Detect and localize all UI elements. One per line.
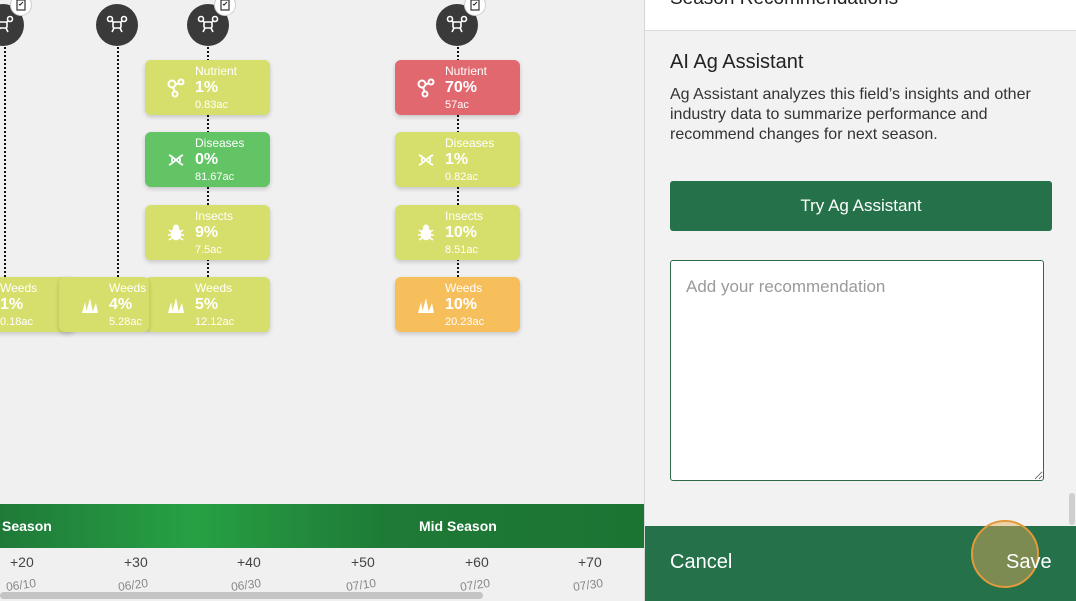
recommendations-panel: Season Recommendations AI Ag Assistant A… — [644, 0, 1076, 601]
card-percent: 10% — [445, 296, 478, 313]
mid-season-label: Mid Season — [419, 518, 497, 534]
report-icon[interactable] — [214, 0, 236, 16]
card-acres: 0.83ac — [195, 99, 229, 111]
card-percent: 10% — [445, 224, 478, 241]
day-tick: +50 — [351, 554, 375, 570]
insight-card-nutrient[interactable]: Nutrient 70% 57ac — [395, 60, 520, 115]
horizontal-scrollbar[interactable] — [0, 592, 483, 599]
weed-icon — [82, 298, 98, 313]
drone-icon — [0, 15, 14, 33]
card-acres: 8.51ac — [445, 244, 479, 256]
recommendation-input[interactable] — [670, 260, 1044, 481]
card-acres: 20.23ac — [445, 316, 485, 328]
drone-icon — [197, 15, 219, 33]
panel-header: Season Recommendations — [645, 0, 1076, 31]
card-label: Weeds — [195, 281, 233, 295]
bug-icon — [418, 224, 434, 241]
ai-assistant-title: AI Ag Assistant — [670, 51, 804, 73]
insight-card-weeds[interactable]: Weeds 5% 12.12ac — [145, 277, 270, 332]
season-label: Season — [2, 518, 52, 534]
insight-card-nutrient[interactable]: Nutrient 1% 0.83ac — [145, 60, 270, 115]
weed-icon — [168, 298, 184, 313]
card-acres: 57ac — [445, 99, 469, 111]
season-band: Season Mid Season — [0, 504, 644, 548]
timeline-connector — [117, 40, 119, 280]
insight-card-weeds[interactable]: Weeds 10% 20.23ac — [395, 277, 520, 332]
card-label: Weeds — [0, 281, 38, 295]
vertical-scrollbar[interactable] — [1069, 493, 1075, 525]
card-acres: 0.82ac — [445, 171, 479, 183]
day-tick: +20 — [10, 554, 34, 570]
report-icon[interactable] — [10, 0, 32, 16]
drone-icon — [106, 15, 128, 33]
card-label: Weeds — [445, 281, 483, 295]
card-label: Diseases — [445, 136, 495, 150]
weed-icon — [418, 298, 434, 313]
timeline-area[interactable]: Nutrient 1% 0.83ac Diseases 0% 81.67ac I… — [0, 0, 644, 601]
card-percent: 70% — [445, 79, 478, 96]
drone-icon — [446, 15, 468, 33]
ai-assistant-description: Ag Assistant analyzes this field’s insig… — [670, 86, 1031, 143]
bug-icon — [168, 224, 184, 241]
card-percent: 5% — [195, 296, 219, 313]
date-tick: 07/30 — [572, 575, 604, 595]
insight-card-insects[interactable]: Insects 9% 7.5ac — [145, 205, 270, 260]
insight-card-diseases[interactable]: Diseases 1% 0.82ac — [395, 132, 520, 187]
try-ag-assistant-button[interactable]: Try Ag Assistant — [670, 181, 1052, 231]
report-icon[interactable] — [464, 0, 486, 16]
card-acres: 7.5ac — [195, 244, 222, 256]
nutrient-icon — [167, 78, 185, 98]
day-tick: +30 — [124, 554, 148, 570]
app-window: Nutrient 1% 0.83ac Diseases 0% 81.67ac I… — [0, 0, 1076, 601]
insight-card-insects[interactable]: Insects 10% 8.51ac — [395, 205, 520, 260]
card-label: Insects — [195, 209, 234, 223]
card-acres: 0.18ac — [0, 316, 34, 328]
insight-card-diseases[interactable]: Diseases 0% 81.67ac — [145, 132, 270, 187]
card-label: Nutrient — [445, 64, 488, 78]
nutrient-icon — [417, 78, 435, 98]
day-tick: +70 — [578, 554, 602, 570]
card-percent: 0% — [195, 151, 219, 168]
card-acres: 5.28ac — [109, 316, 143, 328]
card-acres: 81.67ac — [195, 171, 235, 183]
card-acres: 12.12ac — [195, 316, 235, 328]
dna-icon — [168, 154, 184, 166]
card-label: Insects — [445, 209, 484, 223]
insight-card-weeds[interactable]: Weeds 4% 5.28ac — [59, 277, 149, 332]
card-percent: 4% — [109, 296, 133, 313]
save-button[interactable]: Save — [1006, 551, 1052, 574]
card-percent: 1% — [0, 296, 24, 313]
day-tick: +40 — [237, 554, 261, 570]
drone-flight-marker[interactable] — [96, 4, 138, 46]
timeline-connector — [4, 40, 6, 280]
card-percent: 1% — [195, 79, 219, 96]
card-percent: 1% — [445, 151, 469, 168]
card-label: Weeds — [109, 281, 147, 295]
panel-footer: Cancel Save — [645, 520, 1076, 601]
card-percent: 9% — [195, 224, 219, 241]
panel-title: Season Recommendations — [670, 0, 898, 10]
card-label: Nutrient — [195, 64, 238, 78]
day-tick: +60 — [465, 554, 489, 570]
card-label: Diseases — [195, 136, 245, 150]
cancel-button[interactable]: Cancel — [670, 551, 732, 574]
dna-icon — [418, 154, 434, 166]
